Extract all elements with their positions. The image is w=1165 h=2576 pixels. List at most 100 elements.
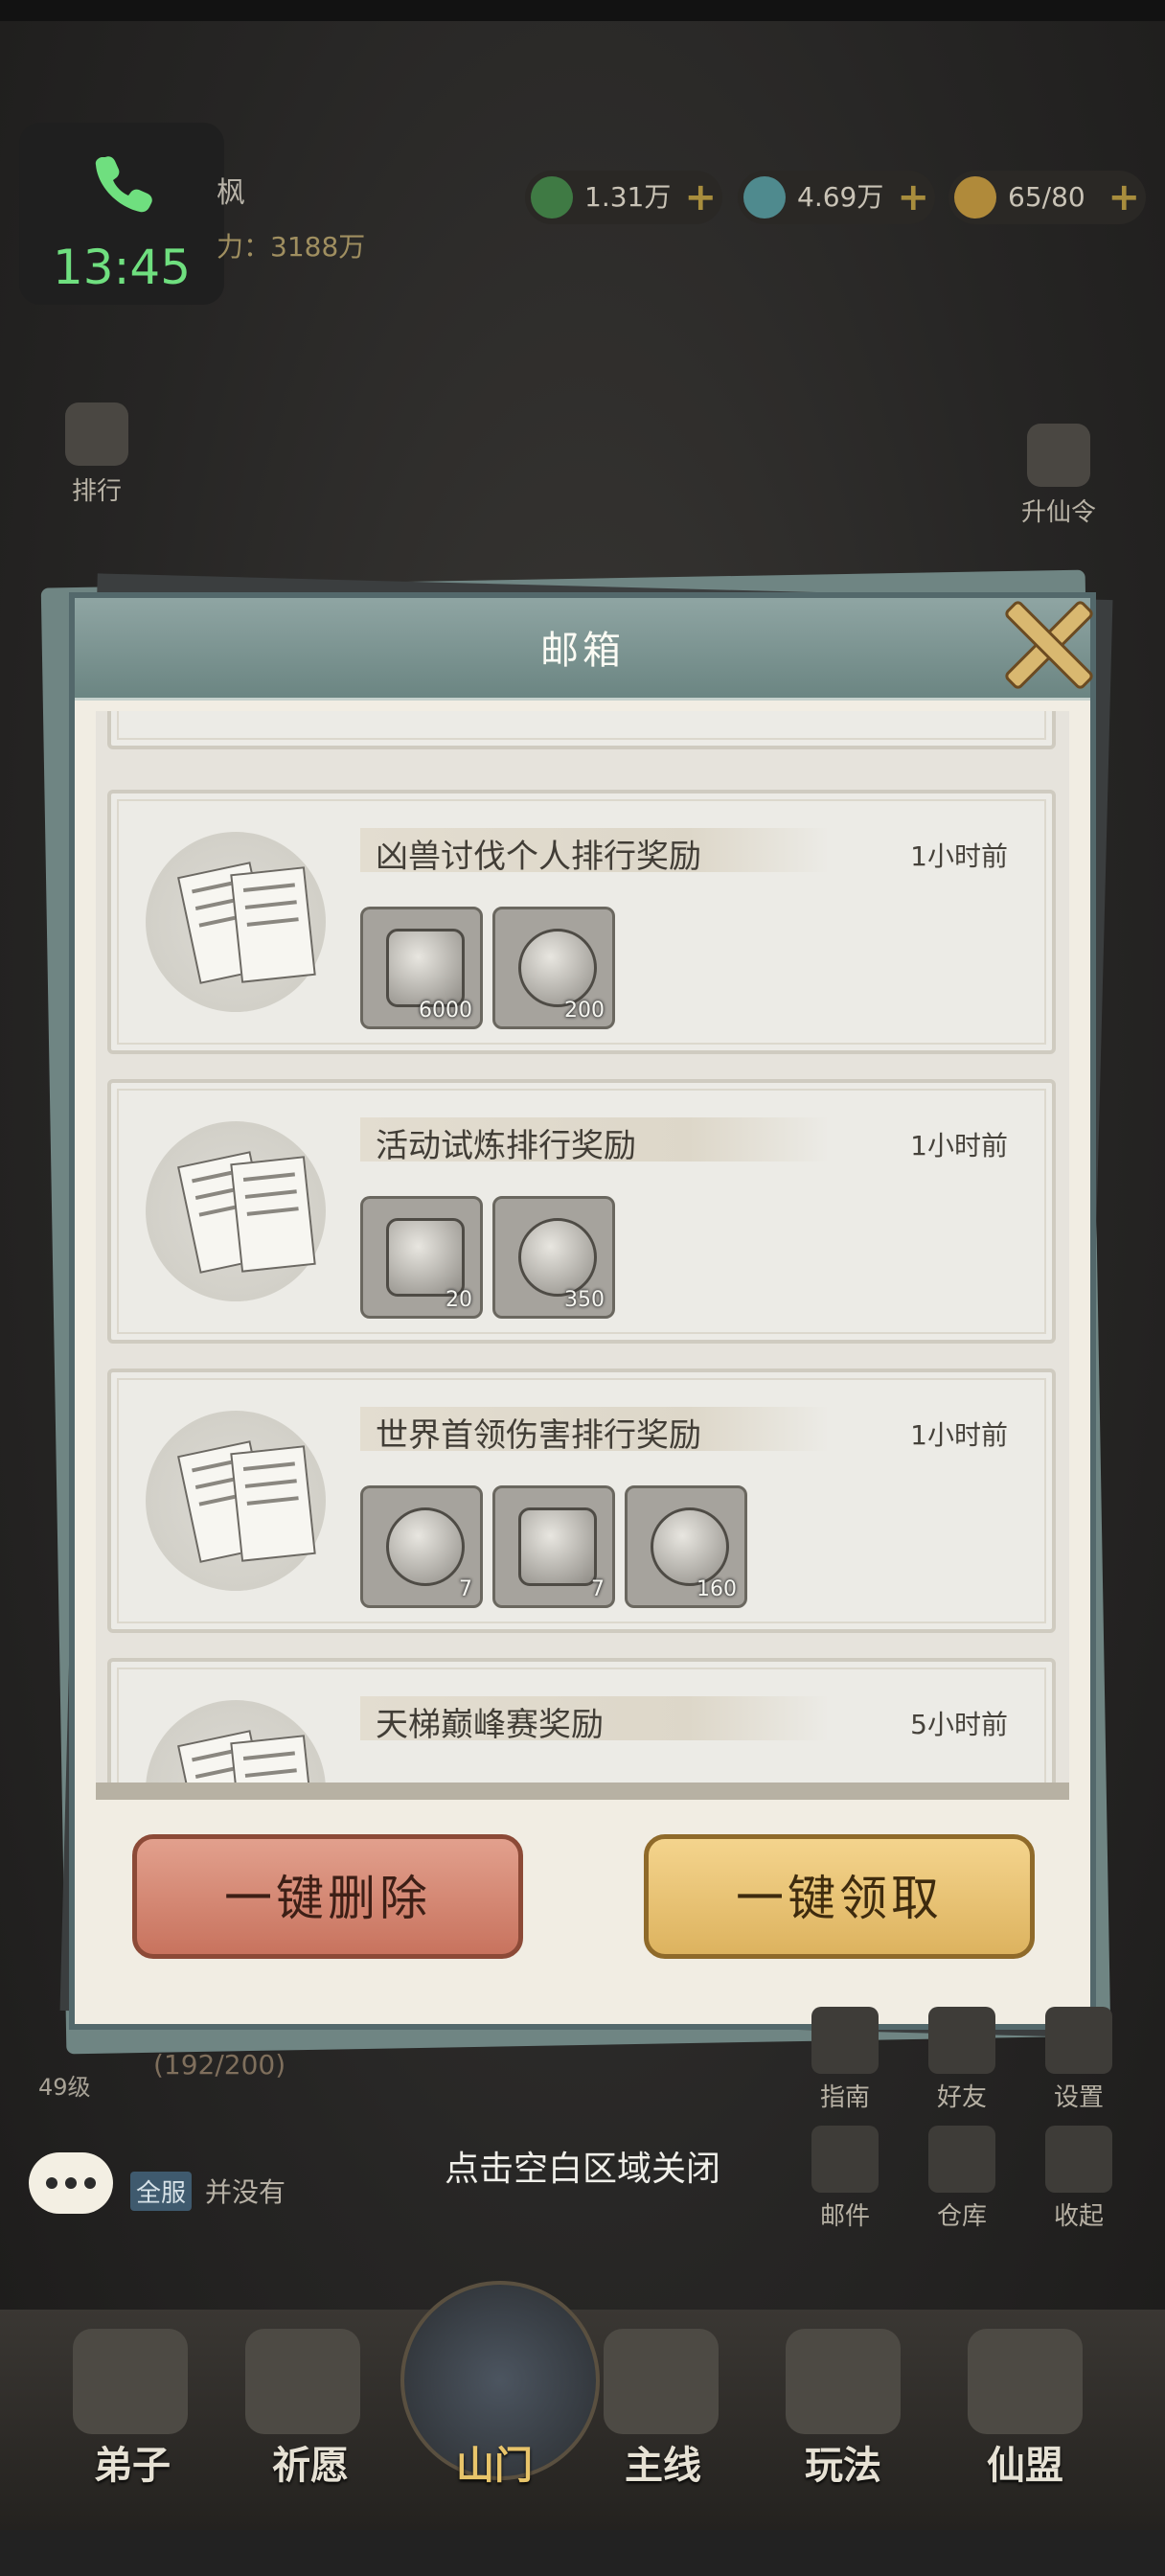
claim-all-button[interactable]: 一键领取: [644, 1834, 1035, 1959]
player-name: 枫: [217, 176, 245, 210]
nav-alliance[interactable]: 仙盟: [948, 2434, 1102, 2490]
reward-item[interactable]: 7: [360, 1485, 483, 1608]
mail-card[interactable]: 天梯巅峰赛奖励 5小时前: [107, 1658, 1056, 1782]
call-timer: 13:45: [52, 240, 192, 295]
resource-value: 65/80: [1008, 181, 1085, 213]
call-overlay[interactable]: 13:45: [19, 123, 224, 305]
chest-icon: [518, 1507, 597, 1586]
mail-time: 1小时前: [910, 840, 1008, 872]
menu-friends[interactable]: 好友: [914, 2007, 1010, 2113]
reward-item[interactable]: 160: [625, 1485, 747, 1608]
mail-card[interactable]: 活动试炼排行奖励 1小时前 20 350: [107, 1079, 1056, 1344]
disciple-icon: [73, 2329, 188, 2434]
mail-time: 5小时前: [910, 1709, 1008, 1740]
guide-icon: [811, 2007, 879, 2074]
warehouse-icon: [928, 2126, 995, 2193]
grid-icon: [1045, 2126, 1112, 2193]
reward-count: 160: [697, 1577, 737, 1601]
resource-stamina[interactable]: 65/80 +: [948, 171, 1146, 224]
dialog-header: 邮箱: [75, 598, 1090, 701]
plus-icon[interactable]: +: [897, 171, 929, 224]
reward-count: 200: [564, 999, 605, 1023]
letter-icon: [146, 832, 326, 1012]
gameplay-icon: [786, 2329, 901, 2434]
menu-label: 邮件: [819, 2202, 870, 2231]
mail-title: 世界首领伤害排行奖励: [376, 1416, 701, 1455]
menu-label: 指南: [819, 2083, 870, 2112]
mail-time: 1小时前: [910, 1419, 1008, 1451]
menu-label: 好友: [936, 2083, 987, 2112]
gesture-bar: [0, 2530, 1165, 2576]
menu-mail[interactable]: 邮件: [797, 2126, 893, 2232]
menu-collapse[interactable]: 收起: [1031, 2126, 1127, 2232]
letter-icon: [146, 1411, 326, 1591]
resource-value: 4.69万: [797, 181, 884, 213]
menu-label: 仓库: [936, 2202, 987, 2231]
alliance-icon: [968, 2329, 1083, 2434]
dialog-title: 邮箱: [540, 629, 625, 673]
reward-item[interactable]: 350: [492, 1196, 615, 1319]
mail-card[interactable]: 凶兽讨伐个人排行奖励 1小时前 6000 200: [107, 790, 1056, 1054]
menu-settings[interactable]: 设置: [1031, 2007, 1127, 2113]
mainline-icon: [604, 2329, 719, 2434]
ore-icon: [651, 1507, 729, 1586]
player-power: 力：3188万: [217, 231, 366, 263]
nav-gameplay[interactable]: 玩法: [766, 2434, 920, 2490]
player-level: 49级: [38, 2074, 91, 2101]
crystal-icon: [743, 176, 786, 218]
reward-count: 7: [459, 1577, 472, 1601]
plus-icon[interactable]: +: [684, 171, 717, 224]
mail-card[interactable]: [107, 711, 1056, 749]
scroll-icon: [65, 402, 128, 466]
mail-title: 活动试炼排行奖励: [376, 1127, 636, 1165]
reward-item[interactable]: 7: [492, 1485, 615, 1608]
reward-count: 6000: [419, 999, 472, 1023]
mail-icon: [811, 2126, 879, 2193]
chat-channel-tag: 全服: [130, 2172, 193, 2211]
letter-icon: [146, 1121, 326, 1301]
sidebar-item-label: 升仙令: [1020, 498, 1096, 527]
close-button[interactable]: [996, 594, 1096, 692]
status-bar: [0, 0, 1165, 21]
menu-label: 设置: [1053, 2083, 1104, 2112]
reward-item[interactable]: 6000: [360, 907, 483, 1029]
menu-label: 收起: [1053, 2202, 1104, 2231]
mail-time: 1小时前: [910, 1130, 1008, 1162]
nav-sect-gate[interactable]: 山门: [418, 2434, 571, 2490]
resource-jade[interactable]: 1.31万 +: [525, 171, 722, 224]
reward-item[interactable]: 200: [492, 907, 615, 1029]
nav-pray[interactable]: 祈愿: [234, 2434, 387, 2490]
nav-disciple[interactable]: 弟子: [56, 2434, 209, 2490]
friends-icon: [928, 2007, 995, 2074]
mail-card[interactable]: 世界首领伤害排行奖励 1小时前 7 7 160: [107, 1368, 1056, 1633]
sidebar-item-ascend[interactable]: 升仙令: [1016, 424, 1102, 528]
mail-title: 天梯巅峰赛奖励: [376, 1706, 604, 1744]
reward-count: 20: [445, 1288, 472, 1312]
mail-list[interactable]: 凶兽讨伐个人排行奖励 1小时前 6000 200 活动试炼排行奖励 1小时前 2…: [96, 711, 1069, 1800]
gem-icon: [386, 929, 465, 1007]
token-icon: [386, 1218, 465, 1297]
gourd-icon: [954, 176, 996, 218]
resource-crystal[interactable]: 4.69万 +: [738, 171, 935, 224]
scroll-icon: [386, 1507, 465, 1586]
jade-icon: [531, 176, 573, 218]
menu-storage[interactable]: 仓库: [914, 2126, 1010, 2232]
menu-guide[interactable]: 指南: [797, 2007, 893, 2113]
reward-item[interactable]: 20: [360, 1196, 483, 1319]
gear-icon: [1045, 2007, 1112, 2074]
sidebar-item-label: 排行: [71, 477, 122, 506]
nav-mainline[interactable]: 主线: [586, 2434, 740, 2490]
phone-icon: [95, 156, 152, 213]
pray-icon: [245, 2329, 360, 2434]
mail-title: 凶兽讨伐个人排行奖励: [376, 838, 701, 876]
chat-button[interactable]: [29, 2152, 113, 2214]
delete-all-button[interactable]: 一键删除: [132, 1834, 523, 1959]
coin-icon: [518, 929, 597, 1007]
exp-progress: (192/200): [153, 2049, 286, 2081]
sidebar-item-rank[interactable]: 排行: [54, 402, 140, 507]
coin-icon: [518, 1218, 597, 1297]
plus-icon[interactable]: +: [1108, 171, 1140, 224]
chat-message: 并没有: [205, 2176, 286, 2208]
moon-token-icon: [1027, 424, 1090, 487]
resource-value: 1.31万: [584, 181, 672, 213]
